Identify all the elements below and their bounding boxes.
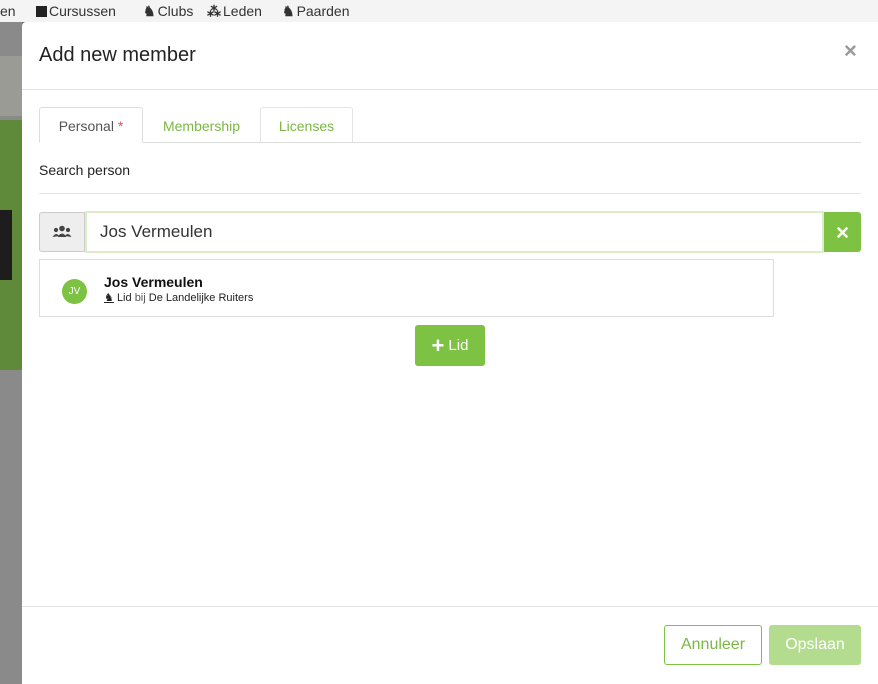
add-member-modal: Add new member × Personal * Membership L… bbox=[22, 22, 878, 684]
required-mark: * bbox=[117, 118, 124, 134]
footer-divider bbox=[22, 606, 878, 607]
add-member-button[interactable]: + Lid bbox=[415, 325, 485, 366]
result-membership: ♞ Lid bij De Landelijke Ruiters bbox=[104, 291, 253, 304]
plus-icon: + bbox=[431, 332, 445, 358]
background-nav: en Cursussen ♞ Clubs ⁂ Leden ♞ Paarden bbox=[0, 0, 878, 22]
search-person-label: Search person bbox=[39, 162, 131, 178]
tab-bar: Personal * Membership Licenses bbox=[39, 107, 861, 143]
modal-header: Add new member × bbox=[22, 22, 878, 90]
nav-item-clubs: ♞ Clubs bbox=[143, 3, 194, 19]
cancel-button[interactable]: Annuleer bbox=[664, 625, 762, 665]
avatar: JV bbox=[62, 279, 87, 304]
horse-icon: ♞ bbox=[104, 292, 114, 304]
tab-personal[interactable]: Personal * bbox=[39, 107, 143, 143]
tab-licenses-label: Licenses bbox=[278, 118, 335, 134]
search-addon bbox=[39, 212, 85, 252]
modal-title: Add new member bbox=[39, 44, 196, 66]
section-divider bbox=[39, 193, 861, 194]
nav-item-en: en bbox=[0, 3, 16, 19]
save-button[interactable]: Opslaan bbox=[769, 625, 861, 665]
nav-item-leden: ⁂ Leden bbox=[207, 3, 262, 19]
clear-search-button[interactable] bbox=[824, 212, 861, 252]
result-club: De Landelijke Ruiters bbox=[148, 292, 254, 304]
close-icon bbox=[837, 226, 848, 238]
search-result-item[interactable]: JV Jos Vermeulen ♞ Lid bij De Landelijke… bbox=[39, 259, 774, 317]
add-member-label: Lid bbox=[448, 337, 469, 354]
users-icon: ⁂ bbox=[207, 3, 221, 19]
tab-licenses[interactable]: Licenses bbox=[260, 107, 353, 142]
background-letter bbox=[0, 210, 12, 280]
search-input[interactable] bbox=[85, 211, 824, 253]
result-name: Jos Vermeulen bbox=[104, 274, 203, 290]
result-role: Lid bbox=[116, 292, 132, 304]
users-icon bbox=[52, 225, 72, 237]
close-icon[interactable]: × bbox=[844, 40, 857, 62]
horse-head-icon: ♞ bbox=[282, 3, 295, 19]
tab-membership-label: Membership bbox=[162, 118, 241, 134]
tab-personal-label: Personal bbox=[58, 118, 114, 134]
nav-item-cursussen: Cursussen bbox=[36, 3, 116, 19]
nav-item-paarden: ♞ Paarden bbox=[282, 3, 350, 19]
background-image bbox=[0, 56, 22, 116]
book-icon bbox=[36, 6, 47, 17]
horse-icon: ♞ bbox=[143, 3, 156, 19]
tab-membership[interactable]: Membership bbox=[143, 107, 260, 142]
result-connector: bij bbox=[134, 292, 146, 304]
